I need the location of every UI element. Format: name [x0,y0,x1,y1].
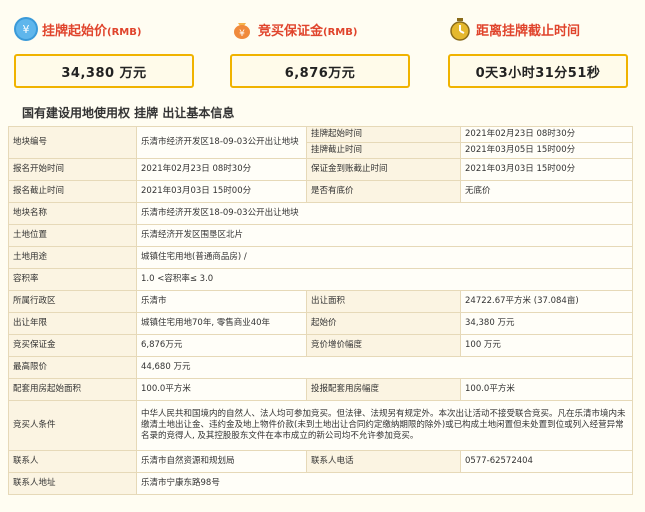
area-value: 24722.67平方米 (37.084亩) [460,290,633,313]
district-label: 所属行政区 [8,290,137,313]
deposit-deadline-label: 保证金到账截止时间 [306,158,461,181]
timer-icon [448,17,472,41]
district-value: 乐清市 [136,290,307,313]
registration-start-label: 报名开始时间 [8,158,137,181]
deposit-value: 6,876万元 [230,54,410,88]
contact-address-label: 联系人地址 [8,472,137,495]
section-title: 国有建设用地使用权 挂牌 出让基本信息 [22,106,235,120]
deposit-card: ¥ 竞买保证金(RMB) 6,876万元 [230,12,430,88]
reserve-price-label: 是否有底价 [306,180,461,203]
contact-value: 乐清市自然资源和规划局 [136,450,307,473]
start-price-value: 34,380 万元 [460,312,633,335]
housing-start-area-value: 100.0平方米 [136,378,307,401]
contact-label: 联系人 [8,450,137,473]
bid-increment-value: 100 万元 [460,334,633,357]
area-label: 出让面积 [306,290,461,313]
bid-deposit-value: 6,876万元 [136,334,307,357]
bid-increment-label: 竞价增价幅度 [306,334,461,357]
plot-ratio-value: 1.0 <容积率≤ 3.0 [136,268,633,291]
land-use-label: 土地用途 [8,246,137,269]
starting-price-label: 挂牌起始价(RMB) [42,23,142,39]
listing-end-label: 挂牌截止时间 [306,142,461,159]
land-info-table: 地块编号 乐清市经济开发区18-09-03公开出让地块 挂牌起始时间 2021年… [8,126,633,495]
table-row: 所属行政区 乐清市 出让面积 24722.67平方米 (37.084亩) [8,290,633,313]
land-location-label: 土地位置 [8,224,137,247]
table-row: 报名截止时间 2021年03月03日 15时00分 是否有底价 无底价 [8,180,633,203]
table-row: 出让年限 城镇住宅用地70年, 零售商业40年 起始价 34,380 万元 [8,312,633,335]
land-use-value: 城镇住宅用地(普通商品房) / [136,246,633,269]
housing-start-area-label: 配套用房起始面积 [8,378,137,401]
listing-start-label: 挂牌起始时间 [306,126,461,143]
parcel-number-label: 地块编号 [8,126,137,159]
svg-text:¥: ¥ [23,23,30,36]
deposit-deadline-value: 2021年03月03日 15时00分 [460,158,633,181]
contact-phone-label: 联系人电话 [306,450,461,473]
table-row: 竞买人条件 中华人民共和国境内的自然人、法人均可参加竞买。但法律、法规另有规定外… [8,400,633,451]
table-row: 配套用房起始面积 100.0平方米 投报配套用房幅度 100.0平方米 [8,378,633,401]
auction-summary-panel: ¥ 挂牌起始价(RMB) 34,380 万元 ¥ 竞买保证金(RMB) 6,87… [0,0,645,92]
term-label: 出让年限 [8,312,137,335]
table-row: 土地位置 乐清经济开发区围垦区北片 [8,224,633,247]
listing-start-value: 2021年02月23日 08时30分 [460,126,633,143]
starting-price-card: ¥ 挂牌起始价(RMB) 34,380 万元 [14,12,214,88]
housing-increment-value: 100.0平方米 [460,378,633,401]
bidder-conditions-label: 竞买人条件 [8,400,137,451]
plot-ratio-label: 容积率 [8,268,137,291]
parcel-name-value: 乐清市经济开发区18-09-03公开出让地块 [136,202,633,225]
svg-text:¥: ¥ [239,29,245,39]
countdown-label: 距离挂牌截止时间 [476,23,581,39]
land-location-value: 乐清经济开发区围垦区北片 [136,224,633,247]
parcel-number-value: 乐清市经济开发区18-09-03公开出让地块 [136,126,307,159]
contact-phone-value: 0577-62572404 [460,450,633,473]
countdown-value: 0天3小时31分51秒 [448,54,628,88]
registration-end-value: 2021年03月03日 15时00分 [136,180,307,203]
parcel-name-label: 地块名称 [8,202,137,225]
term-value: 城镇住宅用地70年, 零售商业40年 [136,312,307,335]
deposit-label: 竞买保证金(RMB) [258,23,358,39]
bidder-conditions-value: 中华人民共和国境内的自然人、法人均可参加竞买。但法律、法规另有规定外。本次出让活… [136,400,633,451]
table-row: 地块名称 乐清市经济开发区18-09-03公开出让地块 [8,202,633,225]
registration-end-label: 报名截止时间 [8,180,137,203]
table-row: 地块编号 乐清市经济开发区18-09-03公开出让地块 挂牌起始时间 2021年… [8,126,633,159]
housing-increment-label: 投报配套用房幅度 [306,378,461,401]
table-row: 土地用途 城镇住宅用地(普通商品房) / [8,246,633,269]
table-row: 联系人地址 乐清市宁康东路98号 [8,472,633,495]
table-row: 容积率 1.0 <容积率≤ 3.0 [8,268,633,291]
max-price-label: 最高限价 [8,356,137,379]
registration-start-value: 2021年02月23日 08时30分 [136,158,307,181]
table-row: 报名开始时间 2021年02月23日 08时30分 保证金到账截止时间 2021… [8,158,633,181]
bid-deposit-label: 竞买保证金 [8,334,137,357]
coin-icon: ¥ [14,17,38,41]
contact-address-value: 乐清市宁康东路98号 [136,472,633,495]
countdown-card: 距离挂牌截止时间 0天3小时31分51秒 [448,12,645,88]
reserve-price-value: 无底价 [460,180,633,203]
money-bag-icon: ¥ [230,17,254,41]
listing-end-value: 2021年03月05日 15时00分 [460,142,633,159]
table-row: 联系人 乐清市自然资源和规划局 联系人电话 0577-62572404 [8,450,633,473]
max-price-value: 44,680 万元 [136,356,633,379]
table-row: 竞买保证金 6,876万元 竞价增价幅度 100 万元 [8,334,633,357]
starting-price-value: 34,380 万元 [14,54,194,88]
table-row: 最高限价 44,680 万元 [8,356,633,379]
start-price-label: 起始价 [306,312,461,335]
